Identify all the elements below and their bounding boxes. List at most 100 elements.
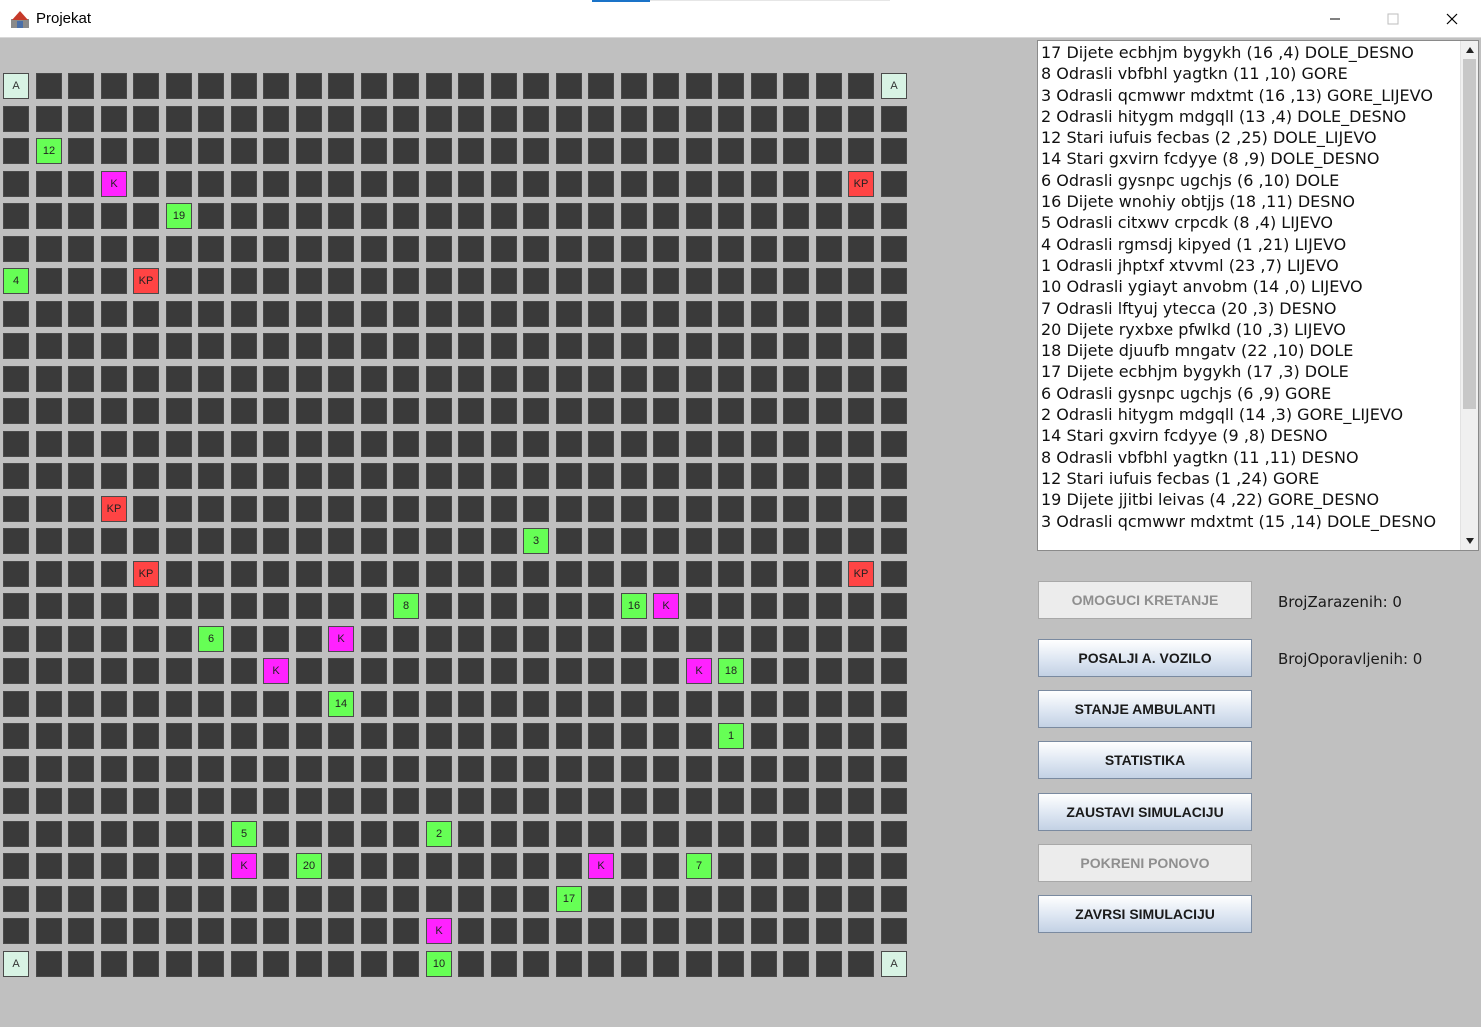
grid-cell [101,691,127,717]
grid-cell [653,691,679,717]
grid-cell [263,106,289,132]
grid-cell [231,918,257,944]
grid-cell [166,853,192,879]
pokreni-ponovo-button[interactable]: POKRENI PONOVO [1038,844,1252,882]
grid-cell [523,398,549,424]
grid-cell [198,106,224,132]
grid-cell [198,333,224,359]
grid-cell [166,236,192,262]
grid-cell [686,333,712,359]
zavrsi-simulaciju-button[interactable]: ZAVRSI SIMULACIJU [1038,895,1252,933]
grid-cell [621,561,647,587]
grid-cell [393,496,419,522]
grid-cell [751,788,777,814]
grid-cell [816,398,842,424]
grid-cell [101,658,127,684]
grid-cell [718,528,744,554]
grid-cell [36,431,62,457]
grid-cell [621,821,647,847]
grid-cell [686,528,712,554]
grid-cell [718,138,744,164]
grid-cell [133,951,159,977]
grid-cell [68,691,94,717]
grid-cell [523,658,549,684]
grid-cell [101,528,127,554]
grid-cell [783,756,809,782]
grid-cell [881,723,907,749]
grid-cell [198,138,224,164]
grid-cell [3,333,29,359]
log-entry: 12 Stari iufuis fecbas (2 ,25) DOLE_LIJE… [1041,128,1377,148]
scroll-thumb[interactable] [1463,59,1476,409]
grid-cell [133,886,159,912]
grid-cell [881,138,907,164]
grid-cell [588,528,614,554]
grid-cell [783,171,809,197]
grid-cell [491,496,517,522]
grid-cell [296,918,322,944]
grid-cell [751,171,777,197]
omoguci-kretanje-button[interactable]: OMOGUCI KRETANJE [1038,581,1252,619]
grid-cell [198,171,224,197]
grid-cell [458,918,484,944]
log-scrollbar[interactable] [1460,41,1478,550]
grid-cell [68,333,94,359]
grid-cell [783,593,809,619]
grid-cell [783,73,809,99]
grid-cell [166,333,192,359]
grid-cell [361,398,387,424]
grid-cell [426,333,452,359]
grid-cell [751,626,777,652]
grid-cell [556,236,582,262]
grid-cell [653,203,679,229]
grid-cell [231,106,257,132]
person-cell: 7 [686,853,712,879]
grid-cell [133,431,159,457]
grid-cell [68,203,94,229]
movement-log-panel[interactable]: 17 Dijete ecbhjm bygykh (16 ,4) DOLE_DES… [1037,40,1479,551]
grid-cell [133,236,159,262]
grid-cell [198,268,224,294]
grid-cell [783,398,809,424]
grid-cell [653,756,679,782]
grid-cell [653,463,679,489]
grid-cell [101,463,127,489]
zaustavi-simulaciju-button[interactable]: ZAUSTAVI SIMULACIJU [1038,793,1252,831]
grid-cell [718,561,744,587]
grid-cell [36,333,62,359]
grid-cell [3,366,29,392]
title-bar-accent [592,0,650,2]
grid-cell [68,918,94,944]
minimize-button[interactable] [1306,0,1364,38]
grid-cell [231,203,257,229]
grid-cell [881,398,907,424]
grid-cell [686,398,712,424]
scroll-down-button[interactable] [1461,532,1478,550]
grid-cell [523,171,549,197]
grid-cell [621,268,647,294]
grid-cell [36,203,62,229]
grid-cell [101,106,127,132]
maximize-button[interactable] [1364,0,1422,38]
grid-cell [198,236,224,262]
grid-cell [3,886,29,912]
grid-cell [36,853,62,879]
grid-cell [3,561,29,587]
grid-cell [328,463,354,489]
grid-cell [686,561,712,587]
posalji-vozilo-button[interactable]: POSALJI A. VOZILO [1038,639,1252,677]
grid-cell [296,106,322,132]
stanje-ambulanti-button[interactable]: STANJE AMBULANTI [1038,690,1252,728]
grid-cell [458,561,484,587]
grid-cell [3,301,29,327]
statistika-button[interactable]: STATISTIKA [1038,741,1252,779]
grid-cell [523,496,549,522]
grid-cell [36,496,62,522]
grid-cell [263,723,289,749]
grid-cell [36,73,62,99]
scroll-up-button[interactable] [1461,41,1478,59]
grid-cell [166,138,192,164]
grid-cell [36,626,62,652]
grid-cell [848,691,874,717]
close-button[interactable] [1423,0,1481,38]
